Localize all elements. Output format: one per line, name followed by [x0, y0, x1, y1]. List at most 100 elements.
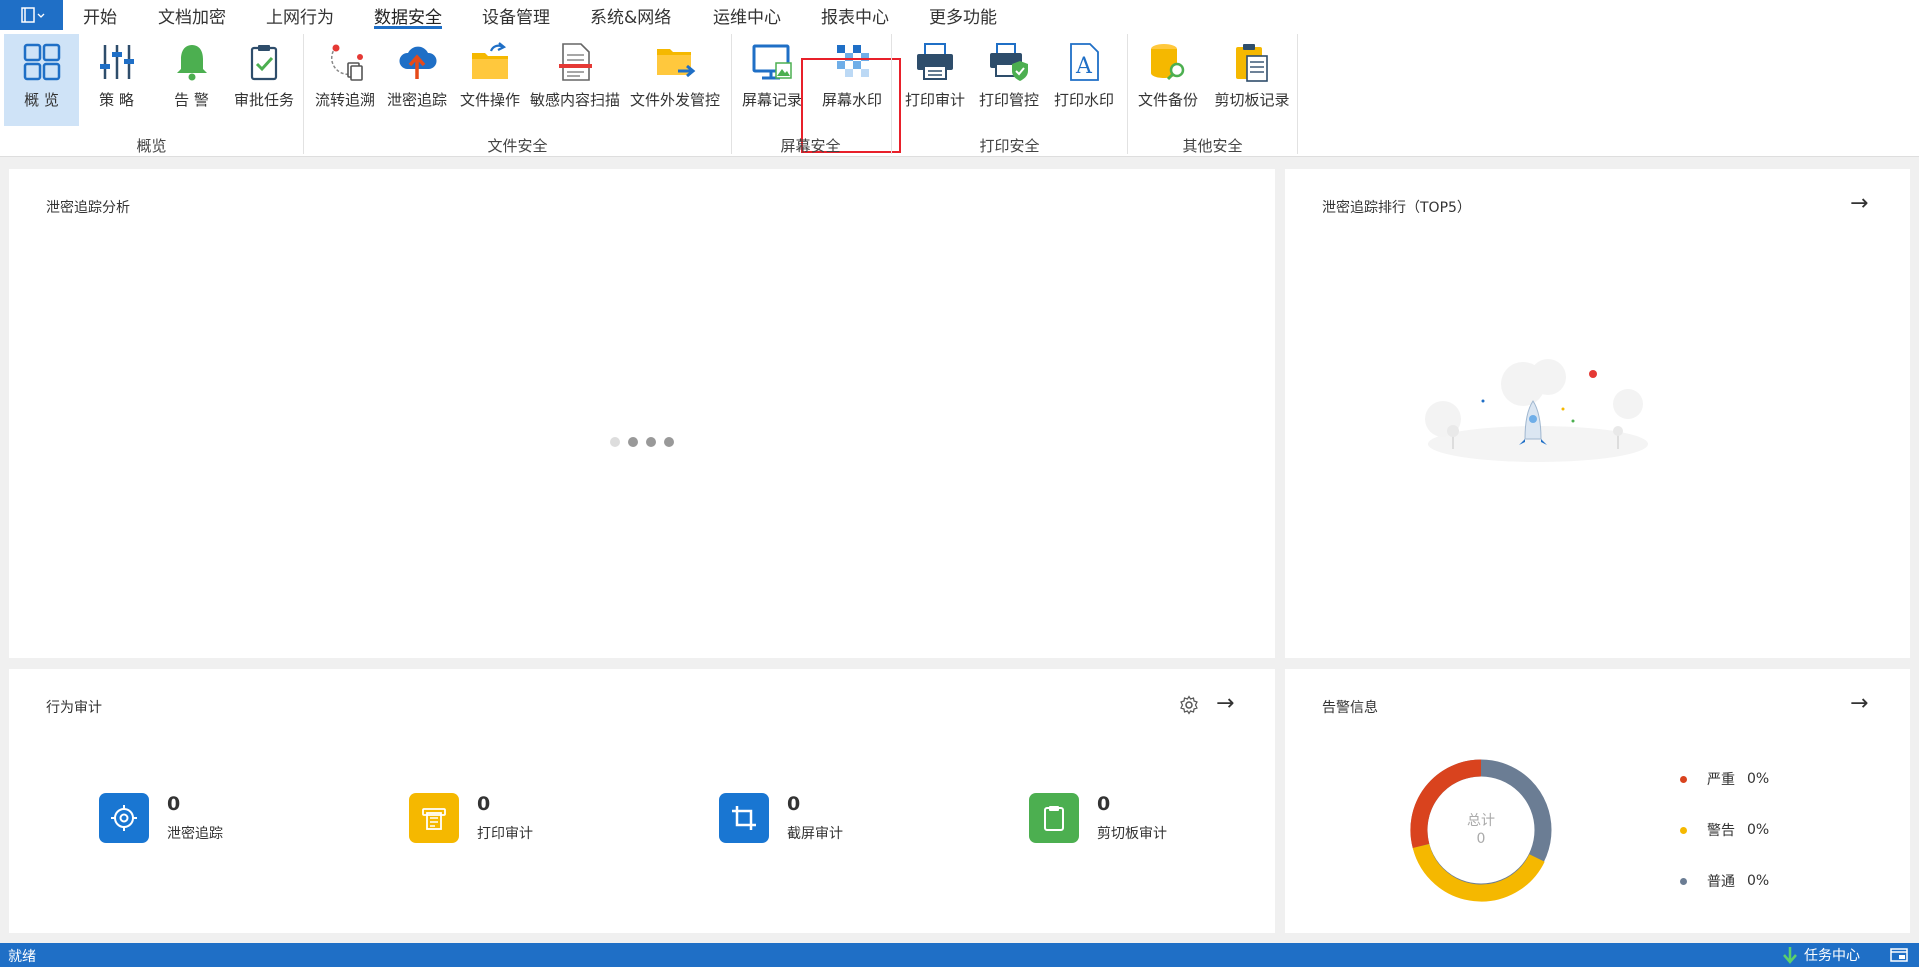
svg-text:A: A — [1075, 54, 1093, 79]
panel-title: 行为审计 — [46, 700, 102, 716]
gear-icon[interactable] — [1179, 695, 1199, 715]
loading-dot — [664, 437, 674, 447]
donut-center-value: 0 — [1476, 831, 1486, 847]
menu-more-features[interactable]: 更多功能 — [929, 3, 997, 28]
menu-device-management[interactable]: 设备管理 — [482, 3, 550, 28]
menu-doc-encrypt[interactable]: 文档加密 — [158, 3, 226, 28]
sensitive-scan-button[interactable]: 敏感内容扫描 — [526, 34, 624, 126]
file-backup-label: 文件备份 — [1137, 91, 1198, 109]
app-menu-icon — [20, 7, 44, 23]
behavior-audit-panel: 行为审计 → 0 泄密追踪 0 打印审计 0 截屏审计 0 剪切板审计 — [9, 669, 1275, 933]
task-center-label: 任务中心 — [1804, 948, 1860, 964]
download-arrow-icon — [1783, 947, 1797, 964]
stat-label: 剪切板审计 — [1097, 826, 1167, 842]
loading-indicator — [610, 437, 674, 447]
donut-center-label: 总计 — [1467, 813, 1495, 829]
legend-dot — [1680, 826, 1687, 834]
leak-rank-panel: 泄密追踪排行（TOP5） → — [1285, 169, 1910, 658]
legend-warning: 警告 0% — [1680, 820, 1769, 840]
group-label-overview: 概览 — [136, 137, 167, 155]
legend-percent: 0% — [1747, 771, 1770, 787]
flow-trace-icon — [323, 40, 367, 84]
menu-data-security[interactable]: 数据安全 — [374, 3, 442, 28]
print-audit-button[interactable]: 打印审计 — [900, 34, 970, 126]
legend-severe: 严重 0% — [1680, 769, 1769, 789]
screen-record-label: 屏幕记录 — [741, 91, 802, 109]
group-separator — [1127, 34, 1128, 154]
alert-button[interactable]: 告 警 — [154, 34, 229, 126]
leak-trace-label: 泄密追踪 — [386, 91, 447, 109]
print-control-button[interactable]: 打印管控 — [973, 34, 1045, 126]
legend-dot — [1680, 877, 1687, 885]
donut-segment-warning — [1412, 843, 1545, 902]
arrow-right-icon[interactable]: → — [1850, 191, 1868, 216]
clipboard-check-icon — [242, 40, 286, 84]
group-separator — [303, 34, 304, 154]
legend-dot — [1680, 775, 1687, 783]
arrow-right-icon[interactable]: → — [1216, 691, 1234, 716]
file-backup-button[interactable]: 文件备份 — [1133, 34, 1203, 126]
flow-trace-label: 流转追溯 — [314, 91, 375, 109]
alert-info-panel: 告警信息 → 总计 0 严重 0% 警告 0% 普通 0% — [1285, 669, 1910, 933]
stat-value: 0 — [787, 793, 801, 815]
group-label-other-security: 其他安全 — [1182, 137, 1243, 155]
print-doc-icon — [409, 793, 459, 843]
file-outbound-control-button[interactable]: 文件外发管控 — [625, 34, 725, 126]
legend-label: 普通 — [1707, 874, 1735, 890]
group-separator — [891, 34, 892, 154]
menu-start[interactable]: 开始 — [83, 3, 117, 28]
group-label-file-security: 文件安全 — [487, 137, 548, 155]
stat-screenshot-audit[interactable]: 0 截屏审计 — [719, 793, 843, 843]
status-bar: 就绪 任务中心 — [0, 943, 1919, 967]
clipboard-record-button[interactable]: 剪切板记录 — [1210, 34, 1294, 126]
policy-button[interactable]: 策 略 — [79, 34, 154, 126]
stat-label: 打印审计 — [477, 826, 533, 842]
folder-send-icon — [653, 40, 697, 84]
overview-button[interactable]: 概 览 — [4, 34, 79, 126]
menu-bar: 开始 文档加密 上网行为 数据安全 设备管理 系统&网络 运维中心 报表中心 更… — [0, 0, 1919, 30]
panel-title: 泄密追踪分析 — [46, 200, 130, 216]
stat-leak-trace[interactable]: 0 泄密追踪 — [99, 793, 223, 843]
loading-dot — [646, 437, 656, 447]
status-text: 就绪 — [8, 949, 36, 965]
flow-trace-button[interactable]: 流转追溯 — [310, 34, 380, 126]
file-operation-button[interactable]: 文件操作 — [454, 34, 526, 126]
menu-internet-behavior[interactable]: 上网行为 — [266, 3, 334, 28]
print-watermark-button[interactable]: A 打印水印 — [1048, 34, 1120, 126]
stat-clipboard-audit[interactable]: 0 剪切板审计 — [1029, 793, 1167, 843]
clipboard-icon — [1029, 793, 1079, 843]
folder-arrow-icon — [468, 40, 512, 84]
leak-analysis-panel: 泄密追踪分析 — [9, 169, 1275, 658]
group-separator — [731, 34, 732, 154]
ribbon-toolbar: 概 览 策 略 告 警 审批任务 概览 流转追溯 泄密追踪 文件操作 敏感内容扫… — [0, 30, 1919, 157]
database-search-icon — [1146, 40, 1190, 84]
print-control-label: 打印管控 — [978, 91, 1039, 109]
legend-label: 警告 — [1707, 823, 1735, 839]
group-label-screen-security: 屏幕安全 — [780, 137, 841, 155]
overview-label: 概 览 — [24, 91, 59, 109]
approval-label: 审批任务 — [233, 91, 294, 109]
menu-ops-center[interactable]: 运维中心 — [713, 3, 781, 28]
stat-print-audit[interactable]: 0 打印审计 — [409, 793, 533, 843]
window-icon[interactable] — [1890, 948, 1908, 962]
stat-label: 截屏审计 — [787, 826, 843, 842]
group-label-print-security: 打印安全 — [979, 137, 1040, 155]
legend-percent: 0% — [1747, 822, 1770, 838]
menu-report-center[interactable]: 报表中心 — [821, 3, 889, 28]
active-menu-underline — [374, 26, 442, 29]
stat-value: 0 — [167, 793, 181, 815]
screen-record-button[interactable]: 屏幕记录 — [736, 34, 808, 126]
leak-trace-button[interactable]: 泄密追踪 — [381, 34, 453, 126]
target-icon — [99, 793, 149, 843]
approval-task-button[interactable]: 审批任务 — [229, 34, 299, 126]
printer-icon — [913, 40, 957, 84]
menu-system-network[interactable]: 系统&网络 — [590, 3, 671, 28]
cloud-upload-icon — [395, 40, 439, 84]
group-separator — [1297, 34, 1298, 154]
grid-icon — [20, 40, 64, 84]
legend-label: 严重 — [1707, 772, 1735, 788]
arrow-right-icon[interactable]: → — [1850, 691, 1868, 716]
app-menu-button[interactable] — [0, 0, 63, 30]
monitor-image-icon — [750, 40, 794, 84]
task-center-button[interactable]: 任务中心 — [1782, 945, 1860, 965]
